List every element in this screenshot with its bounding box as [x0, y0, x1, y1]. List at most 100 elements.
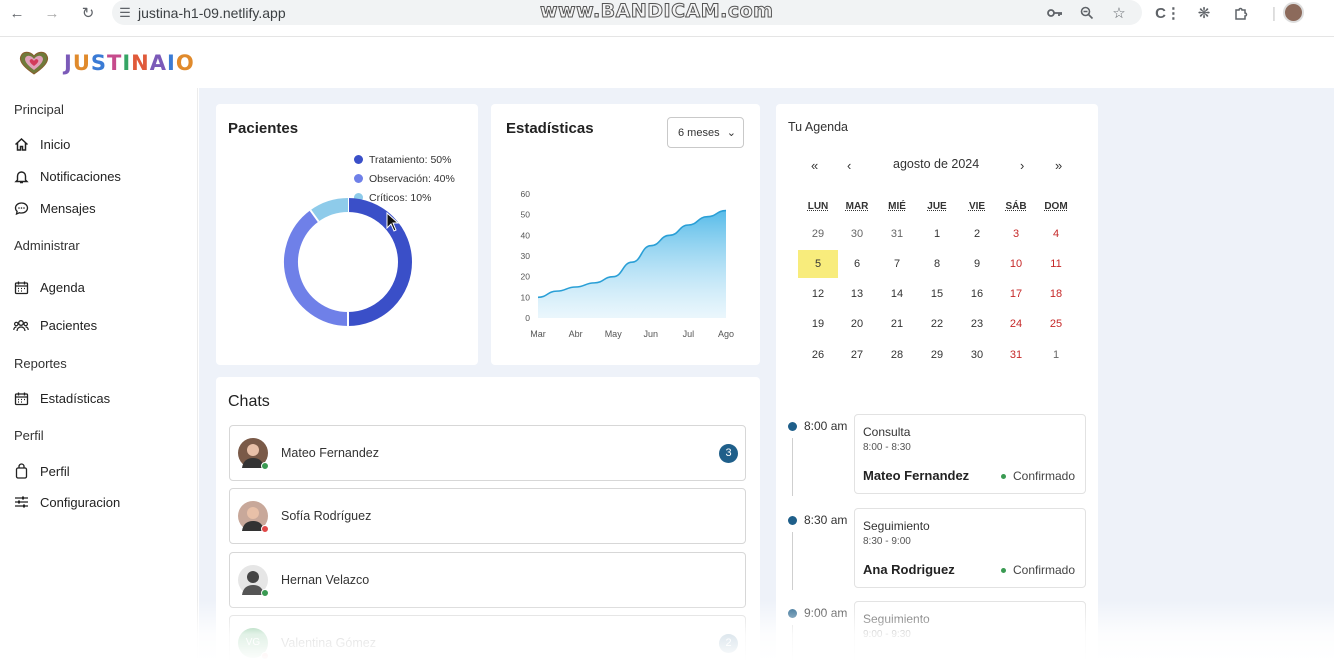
- weekday-header: LUN: [807, 201, 829, 212]
- sidebar-item-notificaciones[interactable]: Notificaciones: [12, 167, 121, 185]
- calendar-day[interactable]: 7: [877, 250, 917, 278]
- calendar-day[interactable]: 31: [877, 220, 917, 248]
- calendar-day[interactable]: 3: [996, 220, 1036, 248]
- bug-icon[interactable]: ❋: [1192, 1, 1216, 25]
- sidebar-item-inicio[interactable]: Inicio: [12, 135, 70, 153]
- event-patient: Ana Rodriguez: [863, 562, 955, 577]
- legend-item-observacion[interactable]: Observación: 40%: [354, 169, 455, 188]
- weekday-header: SÁB: [1005, 201, 1027, 212]
- calendar-day[interactable]: 1: [1036, 341, 1076, 369]
- x-tick-label: May: [605, 329, 623, 339]
- calendar-day[interactable]: 20: [837, 310, 877, 338]
- calendar-day[interactable]: 17: [996, 280, 1036, 308]
- calendar-day[interactable]: 16: [957, 280, 997, 308]
- nav-next-button[interactable]: ›: [1020, 158, 1024, 173]
- weekday-header: MIÉ: [888, 201, 906, 212]
- calendar-day[interactable]: 21: [877, 310, 917, 338]
- calendar-day[interactable]: 18: [1036, 280, 1076, 308]
- calendar-day[interactable]: 26: [798, 341, 838, 369]
- sidebar-item-perfil[interactable]: Perfil: [12, 462, 70, 480]
- calendar-day[interactable]: 22: [917, 310, 957, 338]
- nav-first-button[interactable]: «: [811, 158, 818, 173]
- calendar-day[interactable]: 23: [957, 310, 997, 338]
- calendar-day[interactable]: 10: [996, 250, 1036, 278]
- range-select[interactable]: 6 meses ⌄: [667, 117, 744, 148]
- status-dot: [261, 589, 269, 597]
- sidebar-item-label: Inicio: [40, 136, 71, 152]
- event-card[interactable]: Consulta 8:00 - 8:30 Mateo Fernandez Confir…: [854, 414, 1086, 494]
- key-icon[interactable]: [1043, 1, 1067, 25]
- browser-toolbar: ← → ↻ ☰ justina-h1-09.netlify.app www.BA…: [0, 0, 1334, 26]
- back-icon[interactable]: ←: [5, 1, 29, 25]
- unread-badge: 2: [719, 634, 738, 653]
- star-icon[interactable]: ☆: [1107, 1, 1131, 25]
- timeline-line: [792, 625, 793, 662]
- range-select-value: 6 meses: [678, 126, 720, 139]
- calendar-month-label[interactable]: agosto de 2024: [893, 157, 979, 171]
- zoom-icon[interactable]: [1075, 1, 1099, 25]
- calendar-day[interactable]: 30: [837, 220, 877, 248]
- calendar-day[interactable]: 24: [996, 310, 1036, 338]
- calendar-day[interactable]: 9: [957, 250, 997, 278]
- calendar-day[interactable]: 14: [877, 280, 917, 308]
- calendar-day[interactable]: 29: [917, 341, 957, 369]
- calendar-day[interactable]: 25: [1036, 310, 1076, 338]
- calendar-day[interactable]: 31: [996, 341, 1036, 369]
- x-tick-label: Jun: [644, 329, 659, 339]
- sidebar-item-agenda[interactable]: Agenda: [12, 278, 85, 296]
- calendar-day[interactable]: 11: [1036, 250, 1076, 278]
- calendar-day[interactable]: 30: [957, 341, 997, 369]
- forward-icon[interactable]: →: [40, 1, 64, 25]
- legend-swatch: [354, 174, 363, 183]
- chat-item[interactable]: Mateo Fernandez 3: [229, 425, 746, 481]
- calendar-day[interactable]: 28: [877, 341, 917, 369]
- sidebar-item-label: Configuracion: [40, 494, 121, 510]
- calendar-day[interactable]: 29: [798, 220, 838, 248]
- puzzle-icon[interactable]: [1229, 1, 1253, 25]
- sidebar-item-label: Notificaciones: [40, 168, 121, 184]
- calendar-day[interactable]: 12: [798, 280, 838, 308]
- site-settings-icon[interactable]: ☰: [112, 5, 138, 21]
- profile-avatar[interactable]: [1283, 2, 1304, 23]
- status-dot: [261, 525, 269, 533]
- bell-icon: [12, 167, 30, 185]
- sidebar-item-label: Perfil: [40, 463, 70, 479]
- chat-item[interactable]: Hernan Velazco: [229, 552, 746, 608]
- mouse-cursor-icon: [386, 212, 400, 232]
- chat-name: Sofía Rodríguez: [281, 509, 372, 523]
- legend-item-tratamiento[interactable]: Tratamiento: 50%: [354, 150, 455, 169]
- calendar-day[interactable]: 2: [957, 220, 997, 248]
- extension-c-icon[interactable]: C⋮: [1155, 1, 1181, 25]
- event-card[interactable]: Seguimiento 9:00 - 9:30: [854, 601, 1086, 662]
- chat-item[interactable]: VG Valentina Gómez 2: [229, 615, 746, 662]
- event-card[interactable]: Seguimiento 8:30 - 9:00 Ana Rodriguez Confi…: [854, 508, 1086, 588]
- app-logo[interactable]: JUSTINAIO: [64, 51, 195, 75]
- sidebar-item-configuracion[interactable]: Configuracion: [12, 493, 120, 511]
- chat-item[interactable]: Sofía Rodríguez: [229, 488, 746, 544]
- weekday-header: VIE: [968, 201, 986, 212]
- recording-watermark: www.BANDICAM.com: [539, 0, 774, 23]
- calendar-day[interactable]: 19: [798, 310, 838, 338]
- calendar-day[interactable]: 4: [1036, 220, 1076, 248]
- calendar-day[interactable]: 8: [917, 250, 957, 278]
- agenda-title: Tu Agenda: [788, 120, 849, 134]
- calendar-day[interactable]: 6: [837, 250, 877, 278]
- nav-prev-button[interactable]: ‹: [847, 158, 851, 173]
- calendar-day[interactable]: 1: [917, 220, 957, 248]
- event-type: Seguimiento: [863, 519, 930, 533]
- donut-slice-crticos[interactable]: [310, 198, 349, 222]
- sidebar-item-estadisticas[interactable]: Estadísticas: [12, 389, 110, 407]
- sidebar-item-pacientes[interactable]: Pacientes: [12, 316, 97, 334]
- calendar-day[interactable]: 27: [837, 341, 877, 369]
- donut-slice-observacin[interactable]: [284, 210, 349, 326]
- nav-last-button[interactable]: »: [1055, 158, 1062, 173]
- y-tick-label: 50: [521, 210, 531, 220]
- calendar-day[interactable]: 5: [798, 250, 838, 278]
- event-type: Consulta: [863, 425, 911, 439]
- calendar-day[interactable]: 13: [837, 280, 877, 308]
- reload-icon[interactable]: ↻: [76, 1, 100, 25]
- sidebar-item-mensajes[interactable]: Mensajes: [12, 199, 96, 217]
- calendar-day[interactable]: 15: [917, 280, 957, 308]
- timeline-line: [792, 532, 793, 590]
- y-tick-label: 10: [521, 292, 531, 302]
